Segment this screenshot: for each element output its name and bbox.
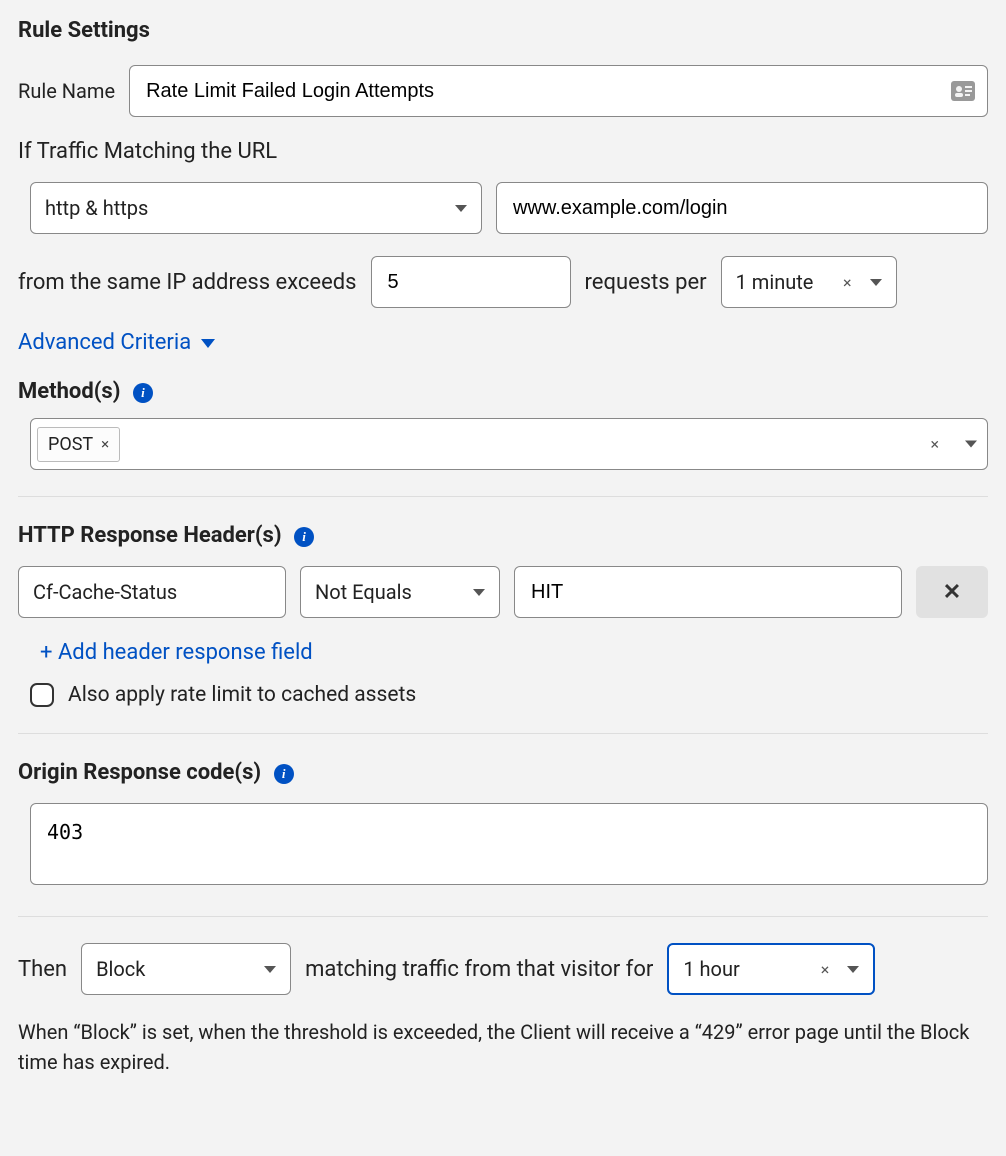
cached-assets-checkbox[interactable] <box>30 683 54 707</box>
rule-name-input-wrapper <box>129 65 988 117</box>
header-op-value: Not Equals <box>315 580 412 604</box>
methods-label: Method(s) <box>18 379 120 404</box>
chevron-down-icon <box>264 966 276 973</box>
action-help-text: When “Block” is set, when the threshold … <box>18 1017 988 1077</box>
remove-header-button[interactable]: ✕ <box>916 566 988 618</box>
rule-name-label: Rule Name <box>18 79 115 103</box>
action-select[interactable]: Block <box>81 943 291 995</box>
advanced-criteria-label: Advanced Criteria <box>18 330 191 355</box>
threshold-period-value: 1 minute <box>736 270 814 294</box>
scheme-value: http & https <box>45 196 148 220</box>
header-name-select[interactable]: Cf-Cache-Status <box>18 566 286 618</box>
rule-name-input[interactable] <box>144 79 973 104</box>
action-value: Block <box>96 957 145 981</box>
chevron-down-icon <box>965 441 977 448</box>
section-title: Rule Settings <box>18 18 988 43</box>
divider <box>18 916 988 917</box>
divider <box>18 733 988 734</box>
header-value-input-wrapper <box>514 566 902 618</box>
methods-multiselect[interactable]: POST × × <box>30 418 988 470</box>
duration-select[interactable]: 1 hour × <box>667 943 875 995</box>
info-icon[interactable]: i <box>274 764 294 784</box>
threshold-period-select[interactable]: 1 minute × <box>721 256 897 308</box>
chevron-down-icon <box>847 966 859 973</box>
clear-icon[interactable]: × <box>843 273 852 292</box>
action-mid: matching traffic from that visitor for <box>305 957 653 982</box>
method-chip-label: POST <box>48 434 93 455</box>
scheme-select[interactable]: http & https <box>30 182 482 234</box>
cached-assets-label: Also apply rate limit to cached assets <box>68 683 416 707</box>
chevron-down-icon <box>473 589 485 596</box>
url-input-wrapper <box>496 182 988 234</box>
chevron-down-icon <box>455 205 467 212</box>
add-header-link[interactable]: + Add header response field <box>40 640 313 665</box>
clear-icon[interactable]: × <box>821 960 830 979</box>
info-icon[interactable]: i <box>133 383 153 403</box>
url-input[interactable] <box>511 196 973 221</box>
origin-codes-input[interactable] <box>30 803 988 885</box>
id-card-icon <box>951 81 975 101</box>
then-label: Then <box>18 957 67 982</box>
close-icon: ✕ <box>943 580 961 605</box>
header-op-select[interactable]: Not Equals <box>300 566 500 618</box>
method-chip: POST × <box>37 427 120 462</box>
threshold-count-input[interactable] <box>386 270 556 295</box>
duration-value: 1 hour <box>683 957 739 981</box>
remove-chip-icon[interactable]: × <box>101 435 109 453</box>
header-value-input[interactable] <box>529 580 887 605</box>
advanced-criteria-toggle[interactable]: Advanced Criteria <box>18 330 215 355</box>
origin-label: Origin Response code(s) <box>18 760 261 785</box>
headers-label: HTTP Response Header(s) <box>18 523 282 548</box>
threshold-mid: requests per <box>585 270 707 295</box>
threshold-prefix: from the same IP address exceeds <box>18 270 357 295</box>
divider <box>18 496 988 497</box>
clear-icon[interactable]: × <box>930 435 939 454</box>
chevron-down-icon <box>201 339 215 348</box>
traffic-label: If Traffic Matching the URL <box>18 139 988 164</box>
info-icon[interactable]: i <box>294 527 314 547</box>
chevron-down-icon <box>870 279 882 286</box>
threshold-count-wrapper <box>371 256 571 308</box>
header-name-value: Cf-Cache-Status <box>33 580 177 604</box>
